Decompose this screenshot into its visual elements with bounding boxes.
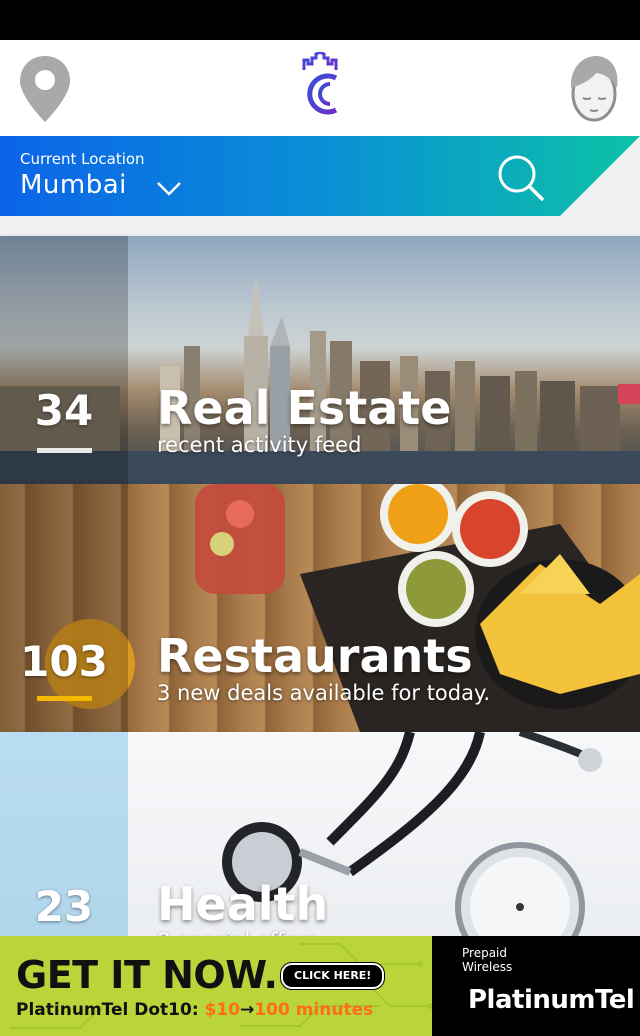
category-title: Health [157, 877, 329, 931]
chevron-down-icon[interactable] [155, 178, 183, 198]
user-avatar-icon[interactable] [566, 54, 622, 122]
category-subtitle: 3 new deals available for today. [157, 681, 491, 705]
ad-headline: GET IT NOW. [16, 953, 278, 997]
category-count: 23 [34, 882, 94, 931]
category-card-real-estate[interactable]: 34 Real Estate recent activity feed [0, 236, 640, 484]
ad-brand-logo: PlatinumTel [468, 985, 635, 1015]
ad-product: PlatinumTel Dot10: [16, 1000, 199, 1020]
city-logo-icon[interactable] [296, 50, 344, 120]
category-card-restaurants[interactable]: 103 Restaurants 3 new deals available fo… [0, 484, 640, 732]
count-underline [37, 448, 92, 453]
category-subtitle: recent activity feed [157, 433, 362, 457]
location-caption: Current Location [20, 150, 145, 168]
count-strip [0, 236, 128, 484]
top-bar [0, 40, 640, 136]
ad-prepaid-label: Prepaid Wireless [462, 946, 513, 974]
ad-offer-minutes: 100 minutes [254, 1000, 374, 1020]
category-count: 34 [34, 386, 94, 435]
category-count: 103 [20, 637, 108, 686]
category-title: Restaurants [157, 629, 473, 683]
location-city-selector[interactable]: Mumbai [20, 170, 127, 200]
status-bar [0, 0, 640, 40]
location-pin-icon[interactable] [18, 54, 72, 124]
ad-offer-arrow: → [240, 1000, 255, 1020]
ad-click-here-button[interactable]: CLICK HERE! [281, 963, 385, 989]
category-title: Real Estate [157, 381, 452, 435]
count-underline [37, 696, 92, 701]
ad-offer-price: $10 [204, 1000, 241, 1020]
ad-offer: PlatinumTel Dot10: $10→100 minutes [16, 1000, 373, 1020]
count-strip [0, 484, 128, 732]
search-icon[interactable] [495, 152, 547, 204]
